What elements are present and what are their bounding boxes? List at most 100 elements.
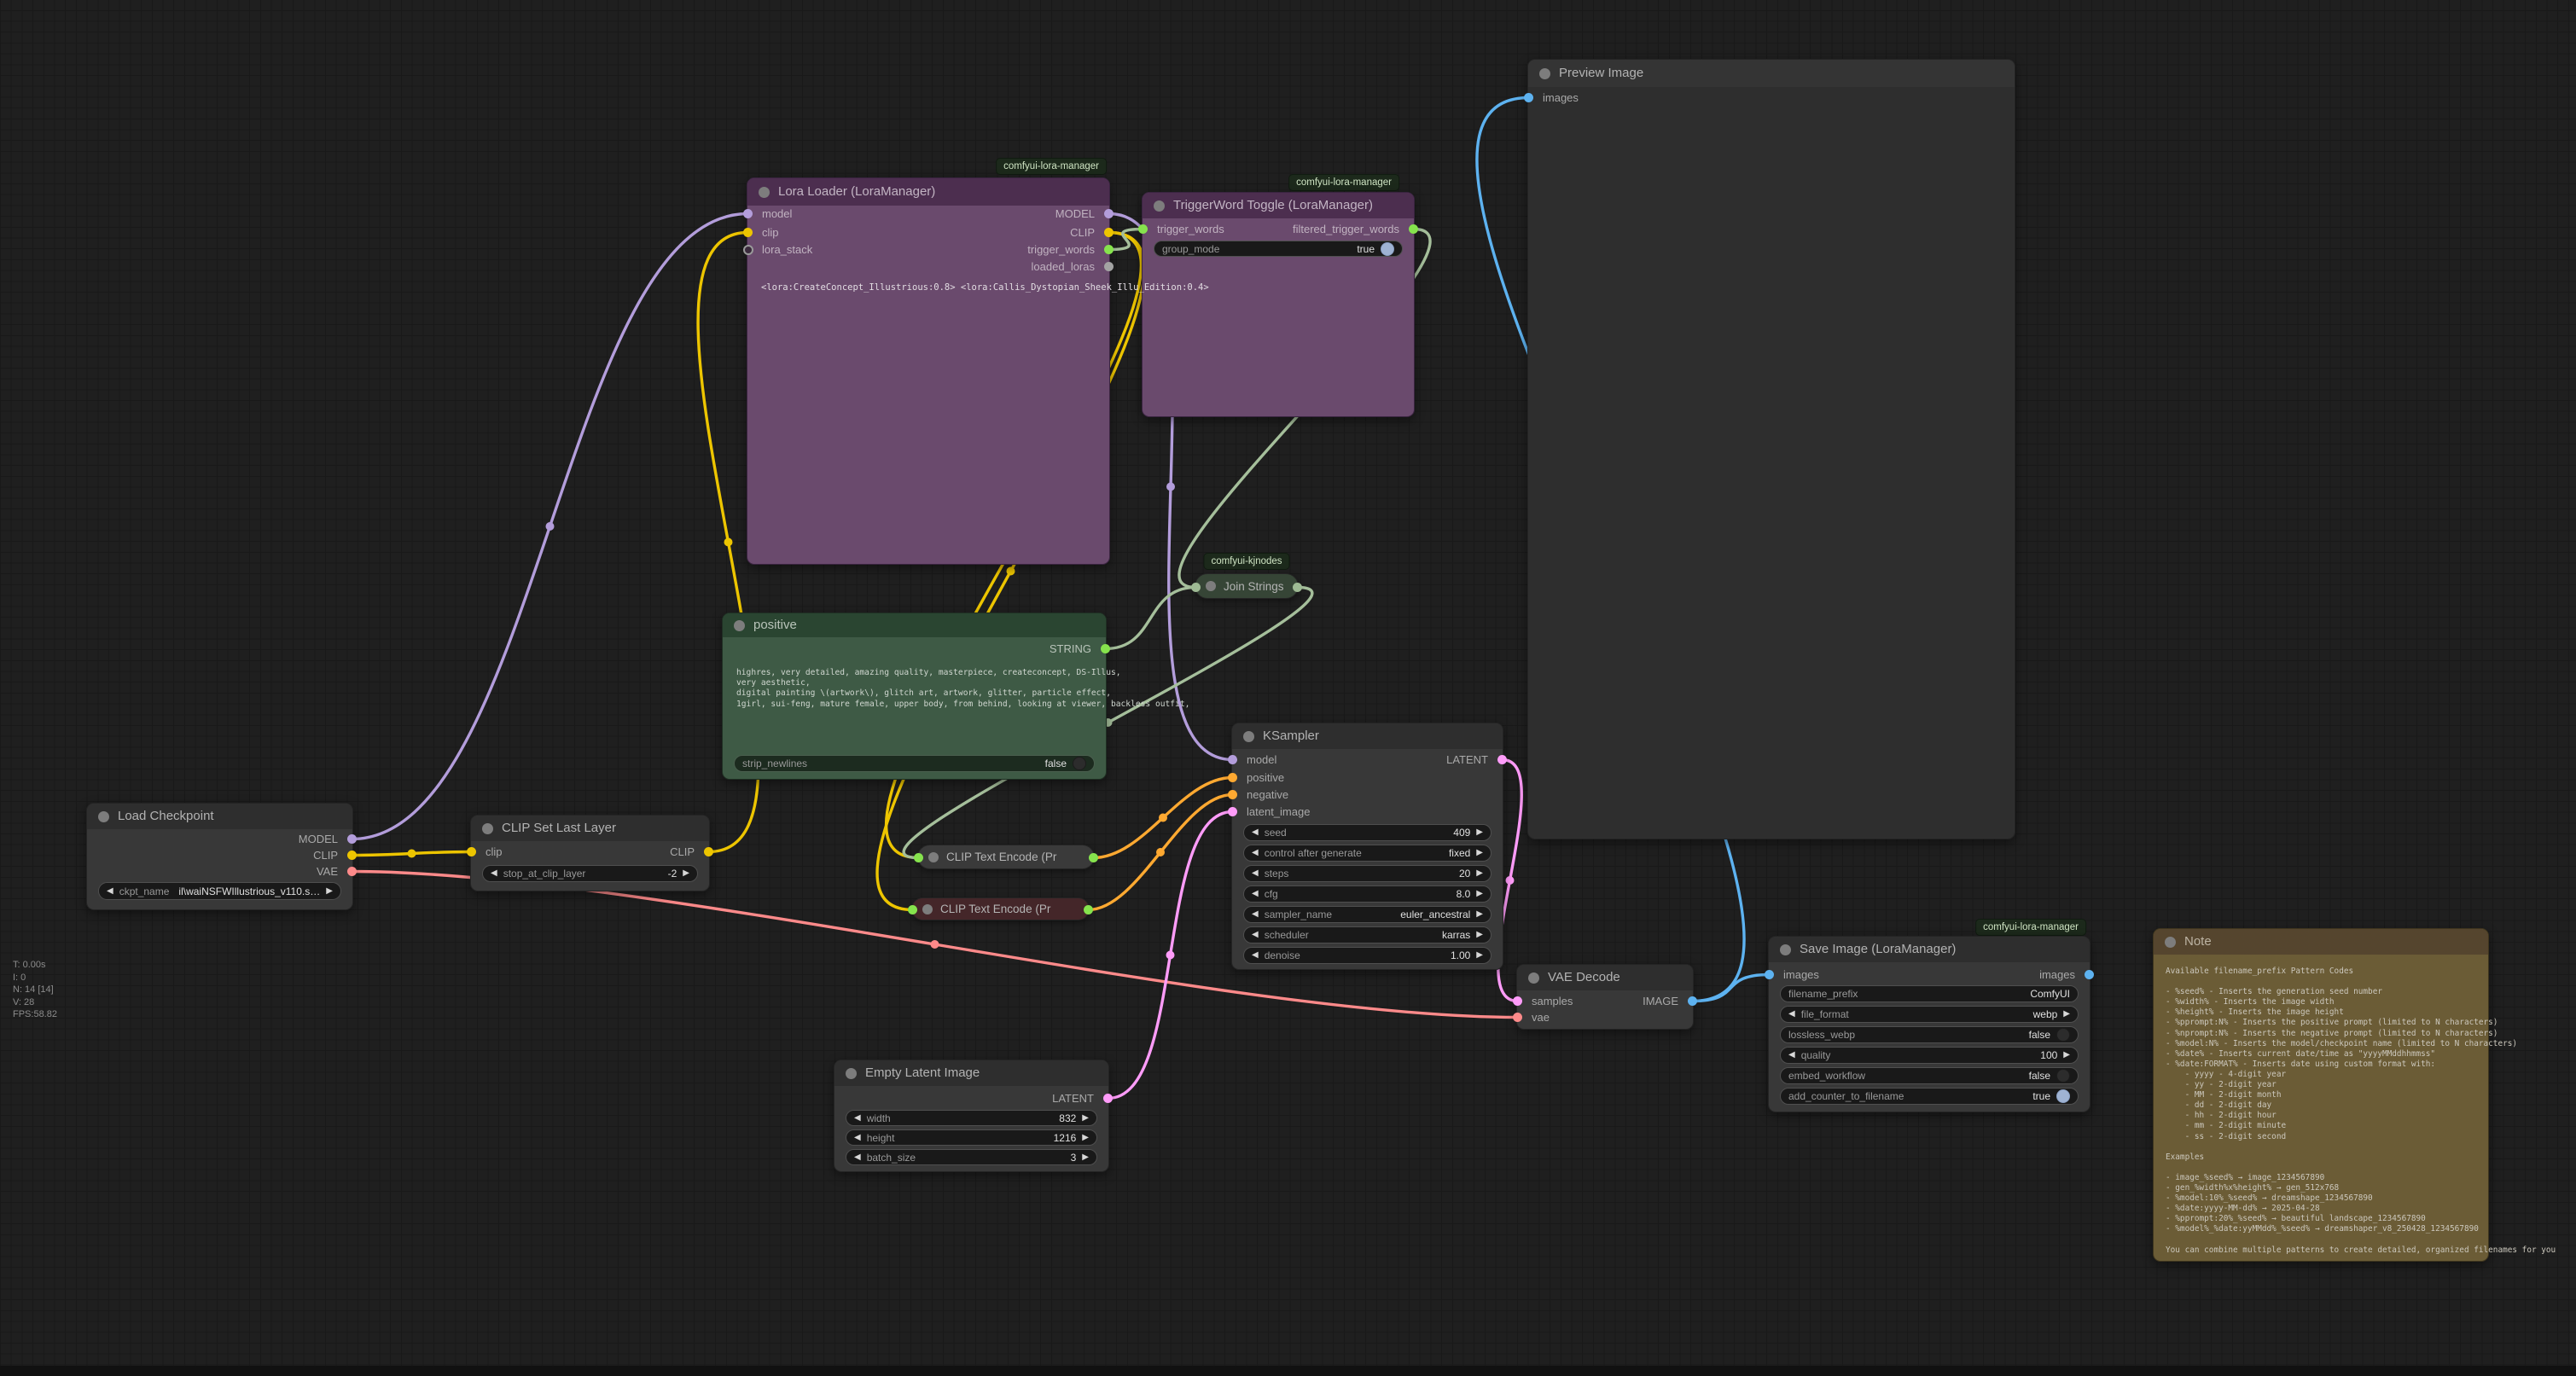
collapse-dot-icon[interactable] [922, 904, 933, 914]
quality-stepper[interactable]: quality100 [1780, 1047, 2079, 1064]
latent-output-dot[interactable] [1497, 755, 1507, 764]
toggle-off-icon[interactable] [1073, 757, 1086, 770]
model-output-dot[interactable] [347, 834, 357, 844]
node-load-checkpoint[interactable]: Load Checkpoint MODEL CLIP VAE ckpt_name… [86, 803, 353, 910]
increment-arrow-icon[interactable] [1476, 951, 1483, 960]
decrement-arrow-icon[interactable] [107, 887, 113, 896]
loaded-loras-output-dot[interactable] [1104, 262, 1114, 271]
model-output-dot[interactable] [1104, 209, 1114, 218]
collapse-dot-icon[interactable] [734, 620, 745, 631]
collapse-dot-icon[interactable] [928, 852, 939, 862]
images-input-dot[interactable] [1765, 970, 1774, 979]
increment-arrow-icon[interactable] [1476, 910, 1483, 919]
node-lora-loader[interactable]: Lora Loader (LoraManager) model clip lor… [747, 177, 1110, 565]
node-vae-decode[interactable]: VAE Decode samples vae IMAGE [1516, 964, 1694, 1030]
decrement-arrow-icon[interactable] [1252, 828, 1259, 837]
group-mode-toggle[interactable]: group_mode true [1154, 241, 1403, 257]
increment-arrow-icon[interactable] [1476, 869, 1483, 878]
decrement-arrow-icon[interactable] [854, 1134, 861, 1142]
latent-image-input-dot[interactable] [1228, 807, 1237, 816]
increment-arrow-icon[interactable] [1476, 931, 1483, 939]
scheduler-combo[interactable]: schedulerkarras [1243, 926, 1492, 943]
lora-syntax-text[interactable]: <lora:CreateConcept_Illustrious:0.8> <lo… [761, 282, 1222, 293]
decrement-arrow-icon[interactable] [1252, 910, 1259, 919]
denoise-stepper[interactable]: denoise1.00 [1243, 947, 1492, 964]
increment-arrow-icon[interactable] [2063, 1010, 2070, 1019]
clip-input-dot[interactable] [743, 228, 753, 237]
node-triggerword-toggle[interactable]: TriggerWord Toggle (LoraManager) trigger… [1142, 192, 1415, 417]
clip-output-dot[interactable] [1104, 228, 1114, 237]
ckpt-name-combo[interactable]: ckpt_name il\waiNSFWIllustrious_v110.s… [98, 882, 341, 900]
string-output-dot[interactable] [1101, 644, 1110, 653]
increment-arrow-icon[interactable] [1082, 1114, 1089, 1123]
node-positive-prompt[interactable]: positive STRING highres, very detailed, … [722, 613, 1107, 780]
increment-arrow-icon[interactable] [1082, 1153, 1089, 1162]
node-empty-latent-image[interactable]: Empty Latent Image LATENT width832 heigh… [834, 1060, 1109, 1172]
width-stepper[interactable]: width832 [846, 1110, 1097, 1126]
string-input-dot[interactable] [1191, 583, 1201, 592]
collapse-dot-icon[interactable] [759, 187, 770, 198]
collapse-dot-icon[interactable] [1154, 200, 1165, 212]
node-save-image[interactable]: Save Image (LoraManager) images images f… [1768, 936, 2090, 1112]
vae-input-dot[interactable] [1513, 1013, 1522, 1022]
add-counter-to-filename-toggle[interactable]: add_counter_to_filenametrue [1780, 1088, 2079, 1105]
node-preview-image[interactable]: Preview Image images [1527, 59, 2015, 839]
node-clip-set-last-layer[interactable]: CLIP Set Last Layer clip CLIP stop_at_cl… [470, 815, 710, 891]
cfg-stepper[interactable]: cfg8.0 [1243, 885, 1492, 903]
trigger-words-output-dot[interactable] [1104, 245, 1114, 254]
collapsed-input-dot[interactable] [914, 853, 923, 862]
toggle-off-icon[interactable] [2056, 1069, 2070, 1083]
decrement-arrow-icon[interactable] [854, 1114, 861, 1123]
sampler-name-combo[interactable]: sampler_nameeuler_ancestral [1243, 906, 1492, 923]
node-clip-text-encode-positive[interactable]: CLIP Text Encode (Pr [917, 845, 1095, 869]
model-input-dot[interactable] [743, 209, 753, 218]
prompt-text[interactable]: highres, very detailed, amazing quality,… [736, 668, 1214, 710]
image-output-dot[interactable] [1688, 996, 1697, 1006]
increment-arrow-icon[interactable] [1082, 1134, 1089, 1142]
steps-stepper[interactable]: steps20 [1243, 865, 1492, 882]
collapse-dot-icon[interactable] [1528, 972, 1539, 984]
toggle-on-icon[interactable] [1381, 242, 1394, 256]
model-input-dot[interactable] [1228, 755, 1237, 764]
decrement-arrow-icon[interactable] [1252, 951, 1259, 960]
increment-arrow-icon[interactable] [1476, 849, 1483, 857]
samples-input-dot[interactable] [1513, 996, 1522, 1006]
conditioning-output-dot[interactable] [1089, 853, 1098, 862]
embed-workflow-toggle[interactable]: embed_workflowfalse [1780, 1067, 2079, 1084]
images-output-dot[interactable] [2085, 970, 2094, 979]
conditioning-output-dot[interactable] [1084, 905, 1093, 914]
collapse-dot-icon[interactable] [482, 823, 493, 834]
lora-stack-input-dot[interactable] [743, 245, 753, 255]
latent-output-dot[interactable] [1103, 1094, 1113, 1103]
lossless-webp-toggle[interactable]: lossless_webpfalse [1780, 1026, 2079, 1043]
decrement-arrow-icon[interactable] [1252, 890, 1259, 898]
filename-prefix-field[interactable]: filename_prefixComfyUI [1780, 985, 2079, 1002]
decrement-arrow-icon[interactable] [1252, 931, 1259, 939]
collapse-dot-icon[interactable] [846, 1068, 857, 1079]
clip-output-dot[interactable] [704, 847, 713, 856]
height-stepper[interactable]: height1216 [846, 1129, 1097, 1146]
positive-input-dot[interactable] [1228, 773, 1237, 782]
decrement-arrow-icon[interactable] [1252, 849, 1259, 857]
file-format-combo[interactable]: file_formatwebp [1780, 1006, 2079, 1023]
increment-arrow-icon[interactable] [1476, 890, 1483, 898]
collapse-dot-icon[interactable] [1206, 581, 1216, 591]
control-after-generate-combo[interactable]: control after generatefixed [1243, 845, 1492, 862]
filtered-trigger-words-output-dot[interactable] [1409, 224, 1418, 234]
node-note[interactable]: Note Available filename_prefix Pattern C… [2153, 928, 2489, 1262]
trigger-words-input-dot[interactable] [1138, 224, 1148, 234]
clip-output-dot[interactable] [347, 851, 357, 860]
toggle-off-icon[interactable] [2056, 1028, 2070, 1042]
seed-stepper[interactable]: seed409 [1243, 824, 1492, 841]
collapse-dot-icon[interactable] [1539, 68, 1550, 79]
collapse-dot-icon[interactable] [1243, 731, 1254, 742]
vae-output-dot[interactable] [347, 867, 357, 876]
note-text[interactable]: Available filename_prefix Pattern Codes … [2166, 967, 2556, 1256]
decrement-arrow-icon[interactable] [854, 1153, 861, 1162]
decrement-arrow-icon[interactable] [1788, 1010, 1795, 1019]
toggle-on-icon[interactable] [2056, 1089, 2070, 1103]
increment-arrow-icon[interactable] [683, 869, 689, 878]
node-graph-canvas[interactable]: Load Checkpoint MODEL CLIP VAE ckpt_name… [0, 0, 2576, 1376]
increment-arrow-icon[interactable] [2063, 1051, 2070, 1060]
decrement-arrow-icon[interactable] [491, 869, 497, 878]
